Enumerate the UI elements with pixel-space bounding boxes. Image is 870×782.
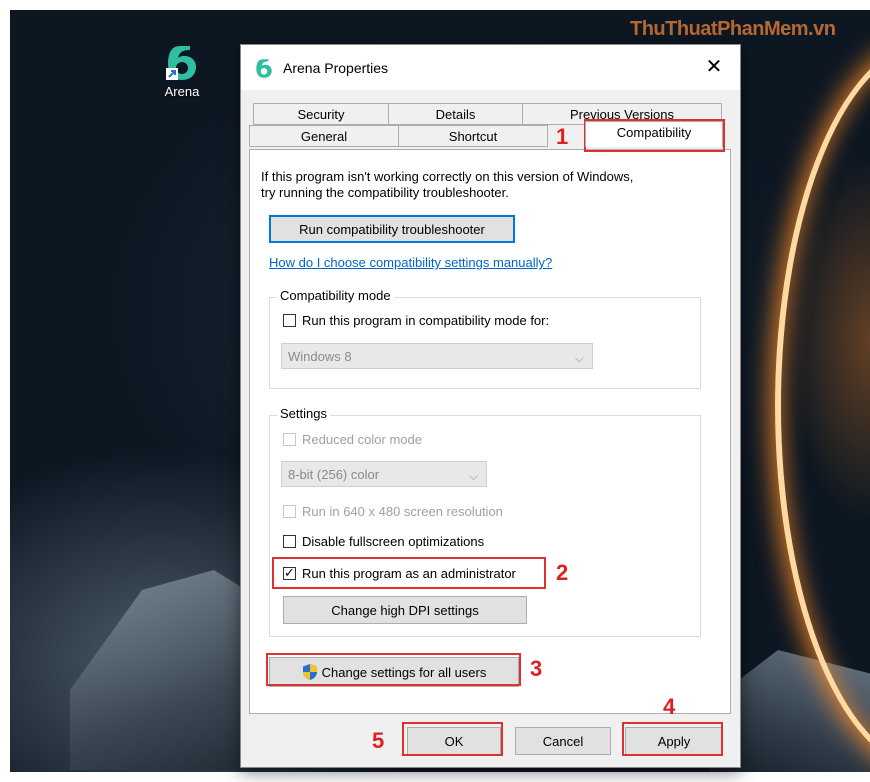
res-640-checkbox: Run in 640 x 480 screen resolution (283, 504, 503, 519)
arena-app-icon (166, 46, 196, 80)
desktop-icon-label: Arena (164, 84, 200, 99)
cancel-button[interactable]: Cancel (515, 727, 611, 755)
close-icon[interactable]: ✕ (702, 55, 726, 79)
color-depth-select: 8-bit (256) color ⌵ (281, 461, 487, 487)
change-high-dpi-button[interactable]: Change high DPI settings (283, 596, 527, 624)
help-link[interactable]: How do I choose compatibility settings m… (269, 255, 552, 270)
ok-button[interactable]: OK (407, 727, 501, 755)
watermark-text: ThuThuatPhanMem.vn (630, 18, 836, 40)
chevron-down-icon: ⌵ (574, 351, 584, 365)
checkbox-box[interactable] (283, 535, 296, 548)
checkbox-box (283, 505, 296, 518)
desktop-icon-arena[interactable]: Arena (150, 42, 214, 99)
button-label: Change settings for all users (321, 664, 487, 680)
run-troubleshooter-button[interactable]: Run compatibility troubleshooter (269, 215, 515, 243)
checkbox-label: Run in 640 x 480 screen resolution (302, 504, 503, 519)
properties-dialog: Arena Properties ✕ Security Details Prev… (240, 44, 741, 768)
annotation-number-1: 1 (556, 124, 569, 149)
apply-button[interactable]: Apply (625, 727, 723, 755)
reduced-color-checkbox: Reduced color mode (283, 432, 422, 447)
compat-mode-checkbox[interactable]: Run this program in compatibility mode f… (283, 313, 549, 328)
intro-text: If this program isn't working correctly … (261, 169, 701, 201)
intro-line: try running the compatibility troublesho… (261, 185, 509, 200)
checkbox-box[interactable] (283, 314, 296, 327)
select-value: Windows 8 (288, 348, 352, 364)
disable-fullscreen-checkbox[interactable]: Disable fullscreen optimizations (283, 534, 484, 549)
checkbox-label: Reduced color mode (302, 432, 422, 447)
uac-shield-icon (302, 664, 317, 680)
change-settings-all-users-button[interactable]: Change settings for all users (269, 657, 519, 687)
annotation-number-2: 2 (556, 560, 569, 585)
checkbox-box (283, 433, 296, 446)
checkbox-label: Run this program in compatibility mode f… (302, 313, 550, 328)
os-version-select: Windows 8 ⌵ (281, 343, 593, 369)
annotation-number-3: 3 (530, 656, 543, 681)
tab-details[interactable]: Details (388, 103, 523, 125)
tab-security[interactable]: Security (253, 103, 389, 125)
compatibility-mode-label: Compatibility mode (277, 288, 394, 303)
tab-general[interactable]: General (249, 125, 399, 147)
select-value: 8-bit (256) color (288, 466, 380, 482)
intro-line: If this program isn't working correctly … (261, 169, 634, 184)
title-bar[interactable]: Arena Properties ✕ (241, 45, 740, 90)
chevron-down-icon: ⌵ (468, 469, 478, 483)
checkbox-label: Disable fullscreen optimizations (302, 534, 485, 549)
annotation-number-4: 4 (663, 694, 676, 719)
settings-label: Settings (277, 406, 330, 421)
tab-compatibility[interactable]: Compatibility (585, 121, 723, 147)
arena-app-icon (256, 58, 272, 78)
tab-shortcut[interactable]: Shortcut (398, 125, 548, 147)
checkbox-label: Run this program as an administrator (302, 566, 516, 581)
checkbox-box[interactable] (283, 565, 296, 581)
run-as-admin-checkbox[interactable]: Run this program as an administrator (283, 565, 516, 581)
annotation-number-5: 5 (372, 728, 385, 753)
dialog-title: Arena Properties (283, 59, 389, 76)
